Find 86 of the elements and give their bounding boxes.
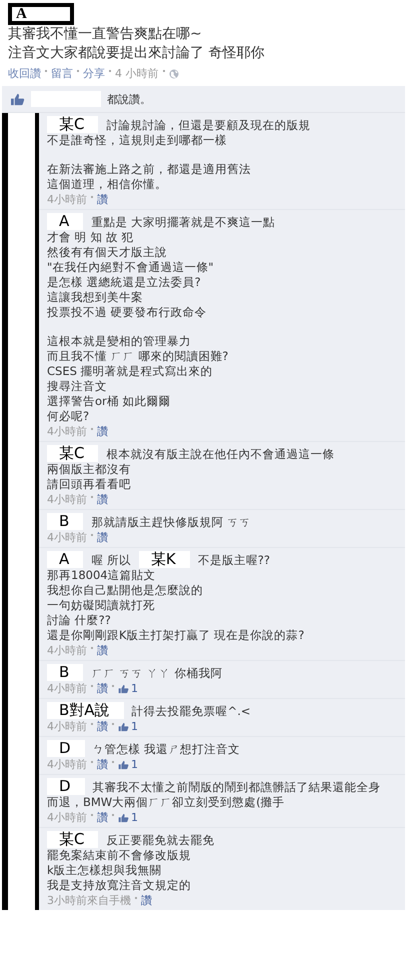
commenter-name[interactable]: A (47, 213, 84, 230)
like-icon (118, 812, 129, 822)
timestamp: 4小時前 (47, 643, 87, 658)
like-count[interactable]: 1 (118, 810, 138, 825)
comment-text: 而且我不懂 ㄏㄏ 哪來的閱讀困難? (47, 349, 230, 364)
globe-icon (168, 69, 178, 79)
comment-text: CSES 擺明著就是程式寫出來的 (47, 364, 214, 379)
comment-text: 根本就沒有版主說在他任內不會通過這一條 (106, 447, 334, 461)
comment-text: 何必呢? (47, 409, 90, 424)
like-count[interactable]: 1 (118, 681, 138, 696)
like-count[interactable]: 1 (118, 757, 138, 772)
like-link[interactable]: 讚 (97, 424, 108, 439)
post-text: 其審我不懂一直警告爽點在哪~ (8, 25, 203, 44)
action-link[interactable]: 留言 (51, 66, 73, 82)
comment-text: 才會 明 知 故 犯 (47, 230, 135, 245)
comment-text: 兩個版主都沒有 (47, 462, 132, 477)
commenter-name[interactable]: 某C (47, 831, 98, 848)
comment-text: 在新法審施上路之前，都還是適用舊法 (47, 162, 252, 177)
comment-text: 是怎樣 選總統還是立法委員? (47, 275, 202, 290)
comment-text: 我是支持放寬注音文規定的 (47, 878, 192, 893)
comment-text: "在我任內絕對不會通過這一條" (47, 260, 215, 275)
comment-text: 那就請版主趕快修版規阿 ㄎㄎ (91, 515, 251, 529)
author-name[interactable]: A (8, 3, 74, 25)
like-icon (10, 92, 25, 106)
action-link[interactable]: 分享 (83, 66, 105, 82)
timestamp: 4小時前 (47, 530, 87, 545)
comment-text: ㄅ管怎樣 我還ㄕ想打注音文 (92, 742, 240, 756)
comment-text: 那再18004這篇貼文 (47, 568, 157, 583)
like-link[interactable]: 讚 (97, 492, 108, 507)
comment-text: 反正要罷免就去罷免 (106, 833, 214, 847)
like-icon (118, 760, 129, 770)
action-link[interactable]: 收回讚 (8, 66, 41, 82)
comment-text: 一句妨礙閱讀就打死 (47, 598, 156, 613)
comment-text: 討論 什麼?? (47, 613, 112, 628)
comment-text: 這根本就是變相的管理暴力 (47, 334, 192, 349)
comment-text: 討論規討論，但還是要顧及現在的版規 (106, 118, 310, 132)
comment-text: ㄏㄏ ㄎㄎ ㄚㄚ 你桶我阿 (91, 666, 222, 680)
comment-text: 選擇警告or桶 如此爾爾 (47, 394, 172, 409)
commenter-name[interactable]: B對A說 (47, 702, 124, 719)
comment-text: 還是你剛剛跟K版主打架打贏了 現在是你說的蒜? (47, 628, 306, 643)
timestamp: 4小時前 (47, 757, 87, 772)
timestamp: 3小時前來自手機 (47, 893, 131, 908)
timestamp: 4 小時前 (115, 66, 158, 82)
post-text: 注音文大家都說要提出來討論了 奇怪耶你 (8, 44, 266, 63)
like-icon (118, 684, 129, 694)
comment-text: 不是誰奇怪，這規則走到哪都一樣 (47, 133, 228, 148)
commenter-name[interactable]: 某C (47, 445, 98, 462)
like-link[interactable]: 讚 (97, 719, 108, 734)
comment-text: 我想你自己點開他是怎麼說的 (47, 583, 204, 598)
timestamp: 4小時前 (47, 192, 87, 207)
comment-text: 重點是 大家明擺著就是不爽這一點 (91, 215, 275, 229)
like-count[interactable]: 1 (118, 719, 138, 734)
comment-text: 搜尋注音文 (47, 379, 108, 394)
like-link[interactable]: 讚 (97, 810, 108, 825)
mentioned-name[interactable]: 某K (138, 551, 190, 568)
like-link[interactable]: 讚 (97, 530, 108, 545)
commenter-name[interactable]: D (47, 740, 85, 757)
comment-text: 喔 所以 (91, 553, 131, 567)
timestamp: 4小時前 (47, 719, 87, 734)
comment-text: 投票投不過 硬要發布行政命令 (47, 305, 208, 320)
comment-text: 這讓我想到美牛案 (47, 290, 144, 305)
comment-text: 而退，BMW大兩個ㄏㄏ卻立刻受到懲處(攤手 (47, 795, 286, 810)
timestamp: 4小時前 (47, 810, 87, 825)
like-link[interactable]: 讚 (97, 681, 108, 696)
timestamp: 4小時前 (47, 681, 87, 696)
commenter-name[interactable]: D (47, 778, 85, 795)
timestamp: 4小時前 (47, 424, 87, 439)
like-icon (118, 722, 129, 732)
comment-text: k版主怎樣想與我無關 (47, 863, 163, 878)
commenter-name[interactable]: B (47, 513, 84, 530)
comment-text: 罷免案結束前不會修改版規 (47, 848, 192, 863)
like-link[interactable]: 讚 (97, 757, 108, 772)
comment-text: 請回頭再看看吧 (47, 477, 132, 492)
like-link[interactable]: 讚 (97, 192, 108, 207)
timestamp: 4小時前 (47, 492, 87, 507)
comment-text: 這個道理，相信你懂。 (47, 177, 168, 192)
like-link[interactable]: 讚 (97, 643, 108, 658)
commenter-name[interactable]: A (47, 551, 84, 568)
commenter-name[interactable]: B (47, 664, 84, 681)
comment-text: 其審我不太懂之前鬧版的鬧到都譙髒話了結果還能全身 (92, 780, 381, 794)
likes-text: 都說讚。 (107, 92, 151, 106)
like-link[interactable]: 讚 (141, 893, 152, 908)
commenter-name[interactable]: 某C (47, 116, 98, 133)
comment-text: 不是版主喔?? (198, 553, 270, 567)
comment-text: 然後有有個天才版主說 (47, 245, 168, 260)
comment-text: 計得去投罷免票喔^.< (132, 704, 250, 718)
